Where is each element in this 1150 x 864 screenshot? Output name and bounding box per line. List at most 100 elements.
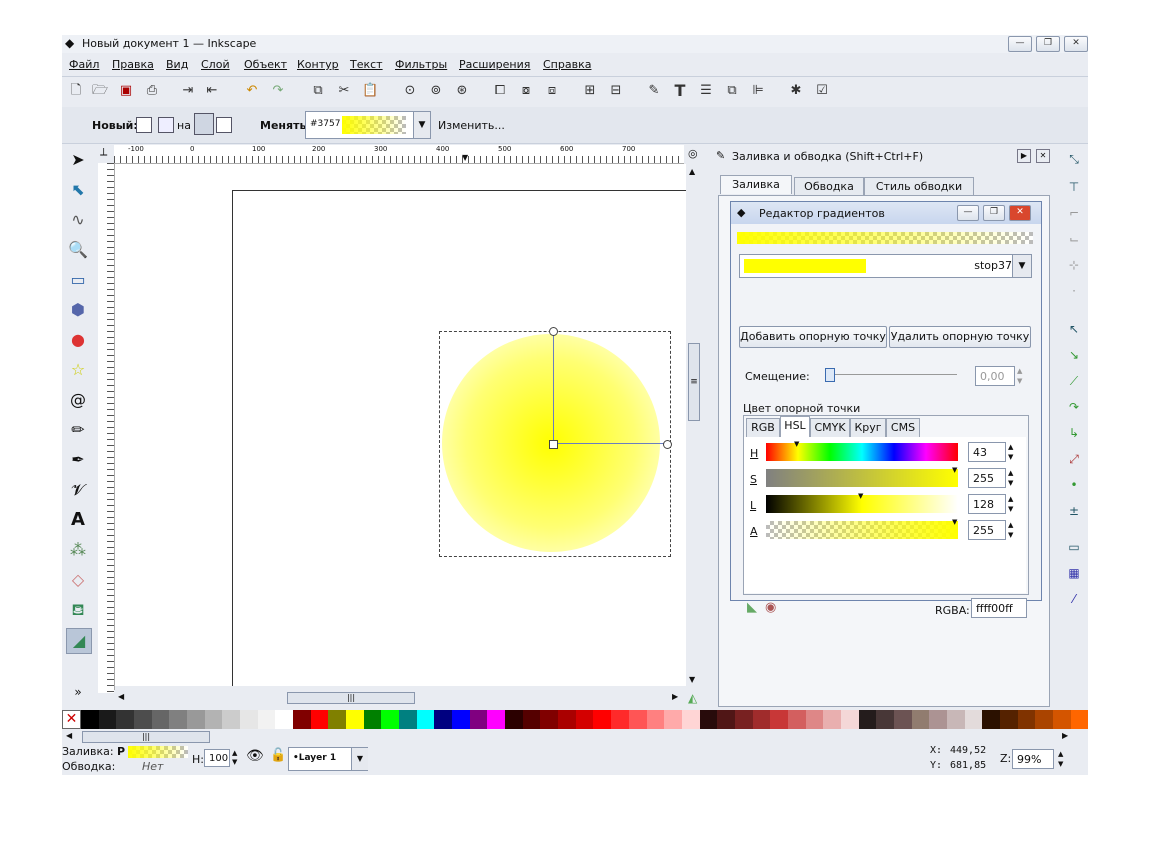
drawing-canvas[interactable] bbox=[115, 164, 687, 686]
snap-smooth-nodes-icon[interactable]: ↳ bbox=[1066, 425, 1082, 441]
edit-gradient-link[interactable]: Изменить... bbox=[438, 119, 505, 132]
print-icon[interactable]: ⎙ bbox=[144, 83, 160, 99]
palette-swatch[interactable] bbox=[487, 710, 506, 729]
tab-cms[interactable]: CMS bbox=[886, 418, 920, 438]
text-font-icon[interactable]: T bbox=[672, 83, 688, 99]
align-icon[interactable]: ⊫ bbox=[750, 83, 766, 99]
snap-page-border-icon[interactable]: ▭ bbox=[1066, 539, 1082, 555]
scroll-down-icon[interactable]: ▼ bbox=[689, 675, 695, 684]
rgba-input[interactable]: ffff00ff bbox=[971, 598, 1027, 618]
palette-swatch[interactable] bbox=[611, 710, 629, 729]
redo-icon[interactable]: ↷ bbox=[270, 83, 286, 99]
palette-swatch[interactable] bbox=[275, 710, 294, 729]
zoom-indicator-icon[interactable]: ◎ bbox=[688, 147, 698, 160]
palette-swatch[interactable] bbox=[717, 710, 735, 729]
palette-swatch[interactable] bbox=[522, 710, 541, 729]
palette-swatch[interactable] bbox=[893, 710, 912, 729]
menu-object[interactable]: Объект bbox=[244, 58, 287, 71]
palette-swatch[interactable] bbox=[681, 710, 700, 729]
import-icon[interactable]: ⇥ bbox=[180, 83, 196, 99]
palette-scroll-thumb[interactable]: ||| bbox=[82, 731, 210, 743]
copy-icon[interactable]: ⧉ bbox=[310, 83, 326, 99]
scroll-right-icon[interactable]: ▶ bbox=[672, 692, 678, 701]
palette-swatch[interactable] bbox=[964, 710, 983, 729]
menu-extensions[interactable]: Расширения bbox=[459, 58, 530, 71]
offset-slider-track[interactable] bbox=[827, 374, 957, 375]
rectangle-tool-icon[interactable]: ▭ bbox=[66, 268, 90, 292]
palette-swatch[interactable] bbox=[593, 710, 612, 729]
tab-stroke[interactable]: Обводка bbox=[794, 177, 864, 197]
palette-swatch[interactable] bbox=[98, 710, 117, 729]
palette-swatch[interactable] bbox=[823, 710, 841, 729]
snap-path-intersections-icon[interactable]: ⟋ bbox=[1066, 373, 1082, 389]
cut-icon[interactable]: ✂ bbox=[336, 83, 352, 99]
selector-tool-icon[interactable]: ➤ bbox=[66, 148, 90, 172]
panel-close-icon[interactable]: ✕ bbox=[1036, 149, 1050, 163]
tab-cmyk[interactable]: CMYK bbox=[810, 418, 850, 438]
palette-swatch[interactable] bbox=[363, 710, 382, 729]
offset-slider-handle[interactable] bbox=[825, 368, 835, 382]
open-icon[interactable]: 🗁 bbox=[92, 83, 108, 99]
palette-scroll-left-icon[interactable]: ◀ bbox=[66, 731, 72, 740]
palette-swatch[interactable] bbox=[1070, 710, 1088, 729]
menu-file[interactable]: Файл bbox=[69, 58, 99, 71]
palette-swatch[interactable] bbox=[469, 710, 488, 729]
palette-swatch[interactable] bbox=[787, 710, 806, 729]
zoom-page-icon[interactable]: ⊛ bbox=[454, 83, 470, 99]
tab-wheel[interactable]: Круг bbox=[850, 418, 886, 438]
palette-swatch[interactable] bbox=[293, 710, 311, 729]
s-slider[interactable] bbox=[766, 469, 958, 487]
snap-bbox-centers-icon[interactable]: ⋅ bbox=[1066, 283, 1082, 299]
maximize-button[interactable]: ❐ bbox=[1036, 36, 1060, 52]
gradient-dropdown-icon[interactable]: ▼ bbox=[413, 111, 431, 139]
tab-stroke-style[interactable]: Стиль обводки bbox=[864, 177, 974, 197]
palette-swatch[interactable] bbox=[452, 710, 470, 729]
horizontal-scrollbar[interactable]: ◀ ||| ▶ bbox=[114, 690, 686, 706]
h-marker-icon[interactable]: ▼ bbox=[794, 440, 799, 448]
snap-guides-icon[interactable]: ⁄ bbox=[1066, 591, 1082, 607]
tab-fill[interactable]: Заливка bbox=[720, 175, 792, 194]
offset-value[interactable]: 0,00 bbox=[975, 366, 1015, 386]
no-paint-swatch-icon[interactable]: ✕ bbox=[62, 710, 81, 729]
layer-dropdown-icon[interactable]: ▼ bbox=[351, 748, 368, 770]
more-tools-icon[interactable]: » bbox=[66, 680, 90, 704]
dialog-maximize-button[interactable]: ❐ bbox=[983, 205, 1005, 221]
palette-swatch[interactable] bbox=[646, 710, 665, 729]
text-tool-icon[interactable]: A bbox=[66, 508, 90, 532]
gradient-radius-handle-right[interactable] bbox=[663, 440, 672, 449]
linear-gradient-toggle[interactable] bbox=[136, 117, 152, 133]
menu-layer[interactable]: Слой bbox=[201, 58, 230, 71]
pen-tool-icon[interactable]: ✒ bbox=[66, 448, 90, 472]
group-icon[interactable]: ⊞ bbox=[582, 83, 598, 99]
new-document-icon[interactable]: 🗋 bbox=[68, 83, 84, 99]
snap-bbox-corners-icon[interactable]: ⌙ bbox=[1066, 231, 1082, 247]
clone-icon[interactable]: ⧇ bbox=[518, 83, 534, 99]
palette-swatch[interactable] bbox=[1052, 710, 1071, 729]
snap-grid-icon[interactable]: ▦ bbox=[1066, 565, 1082, 581]
fill-swatch[interactable] bbox=[128, 746, 188, 758]
vertical-scrollbar[interactable]: ▲ ≡ ▼ bbox=[686, 163, 702, 690]
palette-swatch[interactable] bbox=[929, 710, 947, 729]
snap-bbox-edges-icon[interactable]: ⌐ bbox=[1066, 205, 1082, 221]
palette-swatch[interactable] bbox=[840, 710, 859, 729]
palette-swatch[interactable] bbox=[416, 710, 435, 729]
zoom-drawing-icon[interactable]: ⊚ bbox=[428, 83, 444, 99]
palette-swatch[interactable] bbox=[664, 710, 682, 729]
palette-swatch[interactable] bbox=[999, 710, 1018, 729]
paste-icon[interactable]: 📋 bbox=[362, 83, 378, 99]
palette-swatch[interactable] bbox=[752, 710, 771, 729]
palette-swatch[interactable] bbox=[982, 710, 1000, 729]
stroke-value[interactable]: Нет bbox=[142, 760, 163, 773]
snap-toggle-icon[interactable]: ⤡ bbox=[1066, 151, 1082, 167]
palette-swatch[interactable] bbox=[187, 710, 205, 729]
xml-editor-icon[interactable]: ☰ bbox=[698, 83, 714, 99]
snap-bbox-midpoints-icon[interactable]: ⊹ bbox=[1066, 257, 1082, 273]
a-spin-icon[interactable]: ▲ ▼ bbox=[1008, 520, 1013, 540]
palette-swatch[interactable] bbox=[222, 710, 241, 729]
palette-swatch[interactable] bbox=[1035, 710, 1053, 729]
layer-lock-icon[interactable]: 🔓 bbox=[270, 748, 286, 763]
scroll-up-icon[interactable]: ▲ bbox=[689, 167, 695, 176]
pencil-tool-icon[interactable]: ✏ bbox=[66, 418, 90, 442]
l-value[interactable]: 128 bbox=[968, 494, 1006, 514]
snap-cusp-nodes-icon[interactable]: ↷ bbox=[1066, 399, 1082, 415]
